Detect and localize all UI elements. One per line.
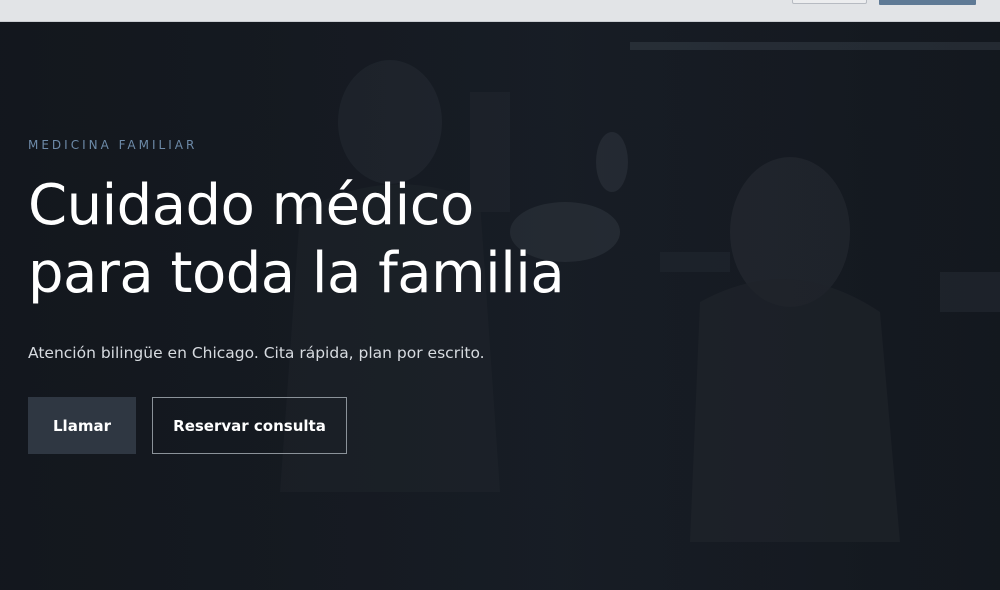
hero-headline-line-2: para toda la familia <box>28 241 565 306</box>
nav-outline-button[interactable] <box>792 0 867 4</box>
book-consultation-button[interactable]: Reservar consulta <box>152 397 347 454</box>
hero-section: MEDICINA FAMILIAR Cuidado médico para to… <box>0 22 1000 590</box>
nav-primary-button[interactable] <box>879 0 976 5</box>
hero-eyebrow: MEDICINA FAMILIAR <box>28 138 198 152</box>
hero-subheading: Atención bilingüe en Chicago. Cita rápid… <box>28 344 485 362</box>
hero-headline: Cuidado médico para toda la familia <box>28 172 728 308</box>
hero-headline-line-1: Cuidado médico <box>28 173 474 238</box>
call-button[interactable]: Llamar <box>28 397 136 454</box>
top-navigation-bar <box>0 0 1000 22</box>
